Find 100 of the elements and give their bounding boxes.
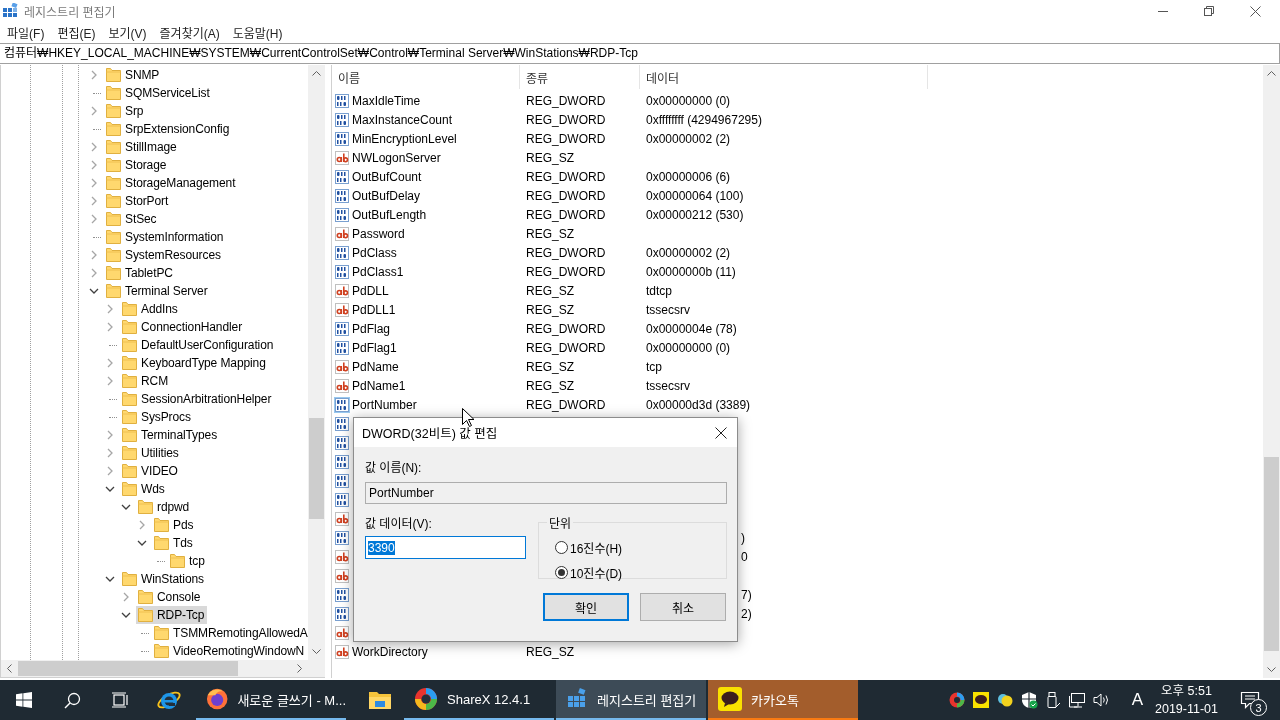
value-name[interactable]: PdFlag1 <box>352 340 397 355</box>
value-name[interactable]: OutBufDelay <box>352 188 421 203</box>
firefox-icon[interactable] <box>206 687 229 711</box>
close-icon[interactable] <box>1250 5 1261 17</box>
input-mode-indicator[interactable]: A <box>1131 680 1143 720</box>
cancel-button[interactable]: 취소 <box>640 593 726 621</box>
chat-bubble-icon[interactable] <box>718 687 742 711</box>
value-name[interactable]: PortNumber <box>352 397 417 412</box>
shield-icon[interactable] <box>1019 691 1038 709</box>
scroll-down-icon[interactable] <box>1267 667 1276 672</box>
tree-item[interactable]: ConnectionHandler <box>120 318 246 336</box>
tree-item[interactable]: RCM <box>120 372 172 390</box>
search-icon[interactable] <box>63 691 81 709</box>
scrollbar[interactable] <box>1263 65 1280 678</box>
chevron-down-icon[interactable] <box>105 486 115 492</box>
value-name[interactable]: PdDLL1 <box>352 302 396 317</box>
clock[interactable]: 오후 5:51 2019-11-01 <box>1155 680 1218 720</box>
value-name[interactable]: NWLogonServer <box>352 150 441 165</box>
radio-label[interactable]: 16진수(H) <box>570 539 623 556</box>
tree-item[interactable]: RDP-Tcp <box>136 606 208 624</box>
taskbar-button[interactable]: 레지스트리 편집기 <box>556 680 706 720</box>
tree-item[interactable]: Tds <box>152 534 196 552</box>
tree-item[interactable]: SessionArbitrationHelper <box>120 390 275 408</box>
tree-item[interactable]: TerminalTypes <box>120 426 221 444</box>
taskbar-button[interactable]: 새로운 글쓰기 - M... <box>196 680 346 720</box>
address-field[interactable]: 컴퓨터₩HKEY_LOCAL_MACHINE₩SYSTEM₩CurrentControlSet₩Control₩Terminal Server₩WinStations₩RDP-Tcp <box>0 44 1279 63</box>
scrollbar-thumb[interactable] <box>18 661 238 676</box>
speaker-icon[interactable] <box>1091 691 1110 709</box>
tree-item[interactable]: VideoRemotingWindowN <box>152 642 308 660</box>
tree-item[interactable]: StSec <box>104 210 160 228</box>
tree-item[interactable]: Srp <box>104 102 147 120</box>
value-name[interactable]: PdName1 <box>352 378 406 393</box>
menu-item[interactable]: 편집(E) <box>50 23 103 41</box>
tree-item[interactable]: StorageManagement <box>104 174 239 192</box>
chevron-down-icon[interactable] <box>89 288 99 294</box>
network-icon[interactable] <box>1067 691 1086 709</box>
value-name[interactable]: MinEncryptionLevel <box>352 131 457 146</box>
tree-item[interactable]: SQMServiceList <box>104 84 213 102</box>
value-name[interactable]: MaxInstanceCount <box>352 112 453 127</box>
taskbar-button[interactable]: ShareX 12.4.1 <box>404 680 554 720</box>
tree-item[interactable]: Storage <box>104 156 170 174</box>
chevron-down-icon[interactable] <box>105 576 115 582</box>
registry-editor-icon[interactable] <box>566 688 588 710</box>
chevron-down-icon[interactable] <box>121 612 131 618</box>
tree-item[interactable]: SrpExtensionConfig <box>104 120 233 138</box>
tree-item[interactable]: Terminal Server <box>104 282 211 300</box>
value-name[interactable]: PdDLL <box>352 283 389 298</box>
value-name[interactable]: PdFlag <box>352 321 391 336</box>
value-data-field[interactable]: 3390 <box>365 536 526 559</box>
scrollbar-thumb[interactable] <box>309 418 324 519</box>
scroll-up-icon[interactable] <box>312 71 321 76</box>
menu-item[interactable]: 도움말(H) <box>225 23 290 41</box>
maximize-icon[interactable] <box>1204 6 1214 16</box>
scroll-up-icon[interactable] <box>1267 71 1276 76</box>
tree-item[interactable]: SNMP <box>104 66 163 84</box>
menu-item[interactable]: 즐겨찾기(A) <box>152 23 227 41</box>
scrollbar[interactable] <box>308 65 325 660</box>
windows-start-icon[interactable] <box>16 692 32 708</box>
folder-icon[interactable] <box>368 690 392 710</box>
tree-item[interactable]: VIDEO <box>120 462 181 480</box>
scroll-left-icon[interactable] <box>7 664 12 673</box>
tree-item[interactable]: SystemResources <box>104 246 224 264</box>
tree-item[interactable]: rdpwd <box>136 498 193 516</box>
value-name[interactable]: OutBufLength <box>352 207 427 222</box>
task-view-icon[interactable] <box>111 692 129 708</box>
chat-bubbles-icon[interactable] <box>995 691 1014 709</box>
scrollbar[interactable] <box>1 660 308 677</box>
tree-item[interactable]: StorPort <box>104 192 172 210</box>
radio-label[interactable]: 10진수(D) <box>570 564 623 581</box>
tree-item[interactable]: TSMMRemotingAllowedA <box>152 624 308 642</box>
sharex-icon[interactable] <box>947 691 966 709</box>
chevron-down-icon[interactable] <box>137 540 147 546</box>
value-name[interactable]: OutBufCount <box>352 169 422 184</box>
close-icon[interactable] <box>715 426 727 439</box>
tree-item[interactable]: TabletPC <box>104 264 176 282</box>
tree-item[interactable]: SysProcs <box>120 408 194 426</box>
value-name[interactable]: MaxIdleTime <box>352 93 421 108</box>
tree-item[interactable]: DefaultUserConfiguration <box>120 336 277 354</box>
tree-item[interactable]: Console <box>136 588 204 606</box>
tree-item[interactable]: Pds <box>152 516 197 534</box>
value-name[interactable]: PdClass <box>352 245 397 260</box>
column-header[interactable]: 종류 <box>520 65 640 89</box>
radio-button[interactable] <box>555 566 568 579</box>
column-header[interactable]: 이름 <box>332 65 520 89</box>
chat-bubble-icon[interactable] <box>971 691 990 709</box>
tree-item[interactable]: WinStations <box>120 570 207 588</box>
sharex-icon[interactable] <box>414 687 438 711</box>
tree-item[interactable]: tcp <box>168 552 208 570</box>
tree-item[interactable]: KeyboardType Mapping <box>120 354 269 372</box>
ok-button[interactable]: 확인 <box>543 593 629 621</box>
value-name[interactable]: Password <box>352 226 405 241</box>
column-header[interactable]: 데이터 <box>640 65 928 89</box>
radio-button[interactable] <box>555 541 568 554</box>
scroll-down-icon[interactable] <box>312 649 321 654</box>
scrollbar-thumb[interactable] <box>1264 457 1279 651</box>
tree-item[interactable]: SystemInformation <box>104 228 227 246</box>
menu-item[interactable]: 파일(F) <box>0 23 52 41</box>
value-name[interactable]: WorkDirectory <box>352 644 428 659</box>
minimize-icon[interactable] <box>1158 10 1168 12</box>
value-name[interactable]: PdName <box>352 359 399 374</box>
